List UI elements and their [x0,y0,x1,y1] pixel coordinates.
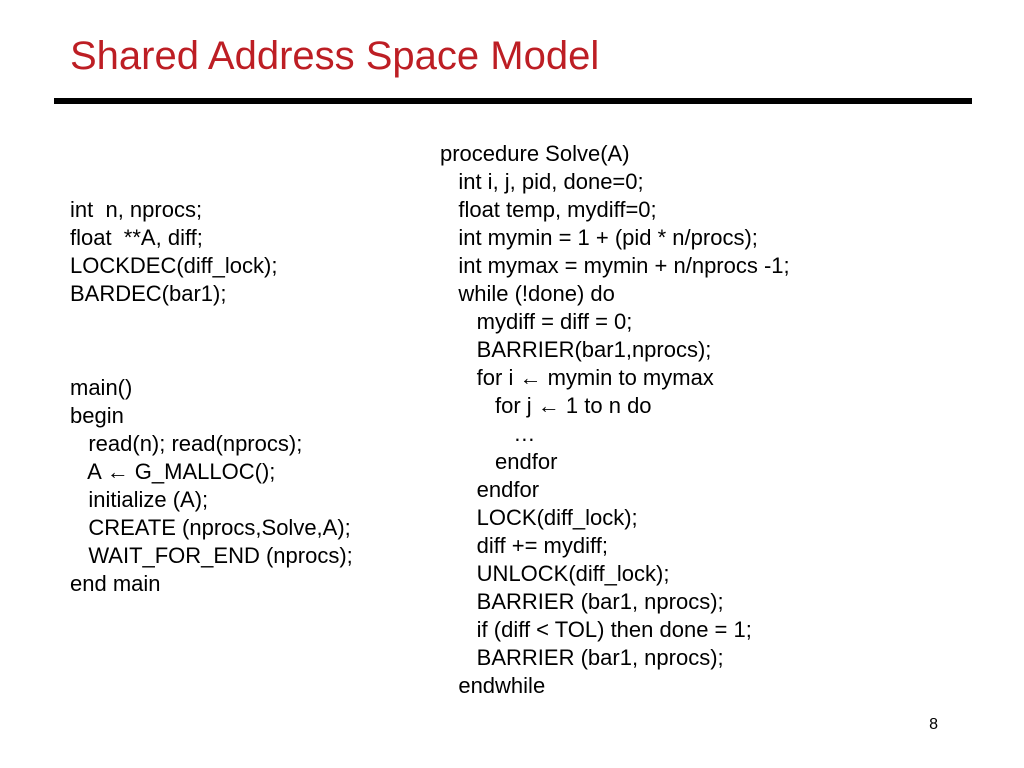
slide-title: Shared Address Space Model [70,34,599,79]
title-divider [54,98,972,104]
code-declarations: int n, nprocs; float **A, diff; LOCKDEC(… [70,196,277,308]
slide: Shared Address Space Model int n, nprocs… [0,0,1024,768]
code-procedure-solve: procedure Solve(A) int i, j, pid, done=0… [440,140,790,700]
code-main: main() begin read(n); read(nprocs); A ← … [70,374,353,598]
page-number: 8 [929,716,938,734]
